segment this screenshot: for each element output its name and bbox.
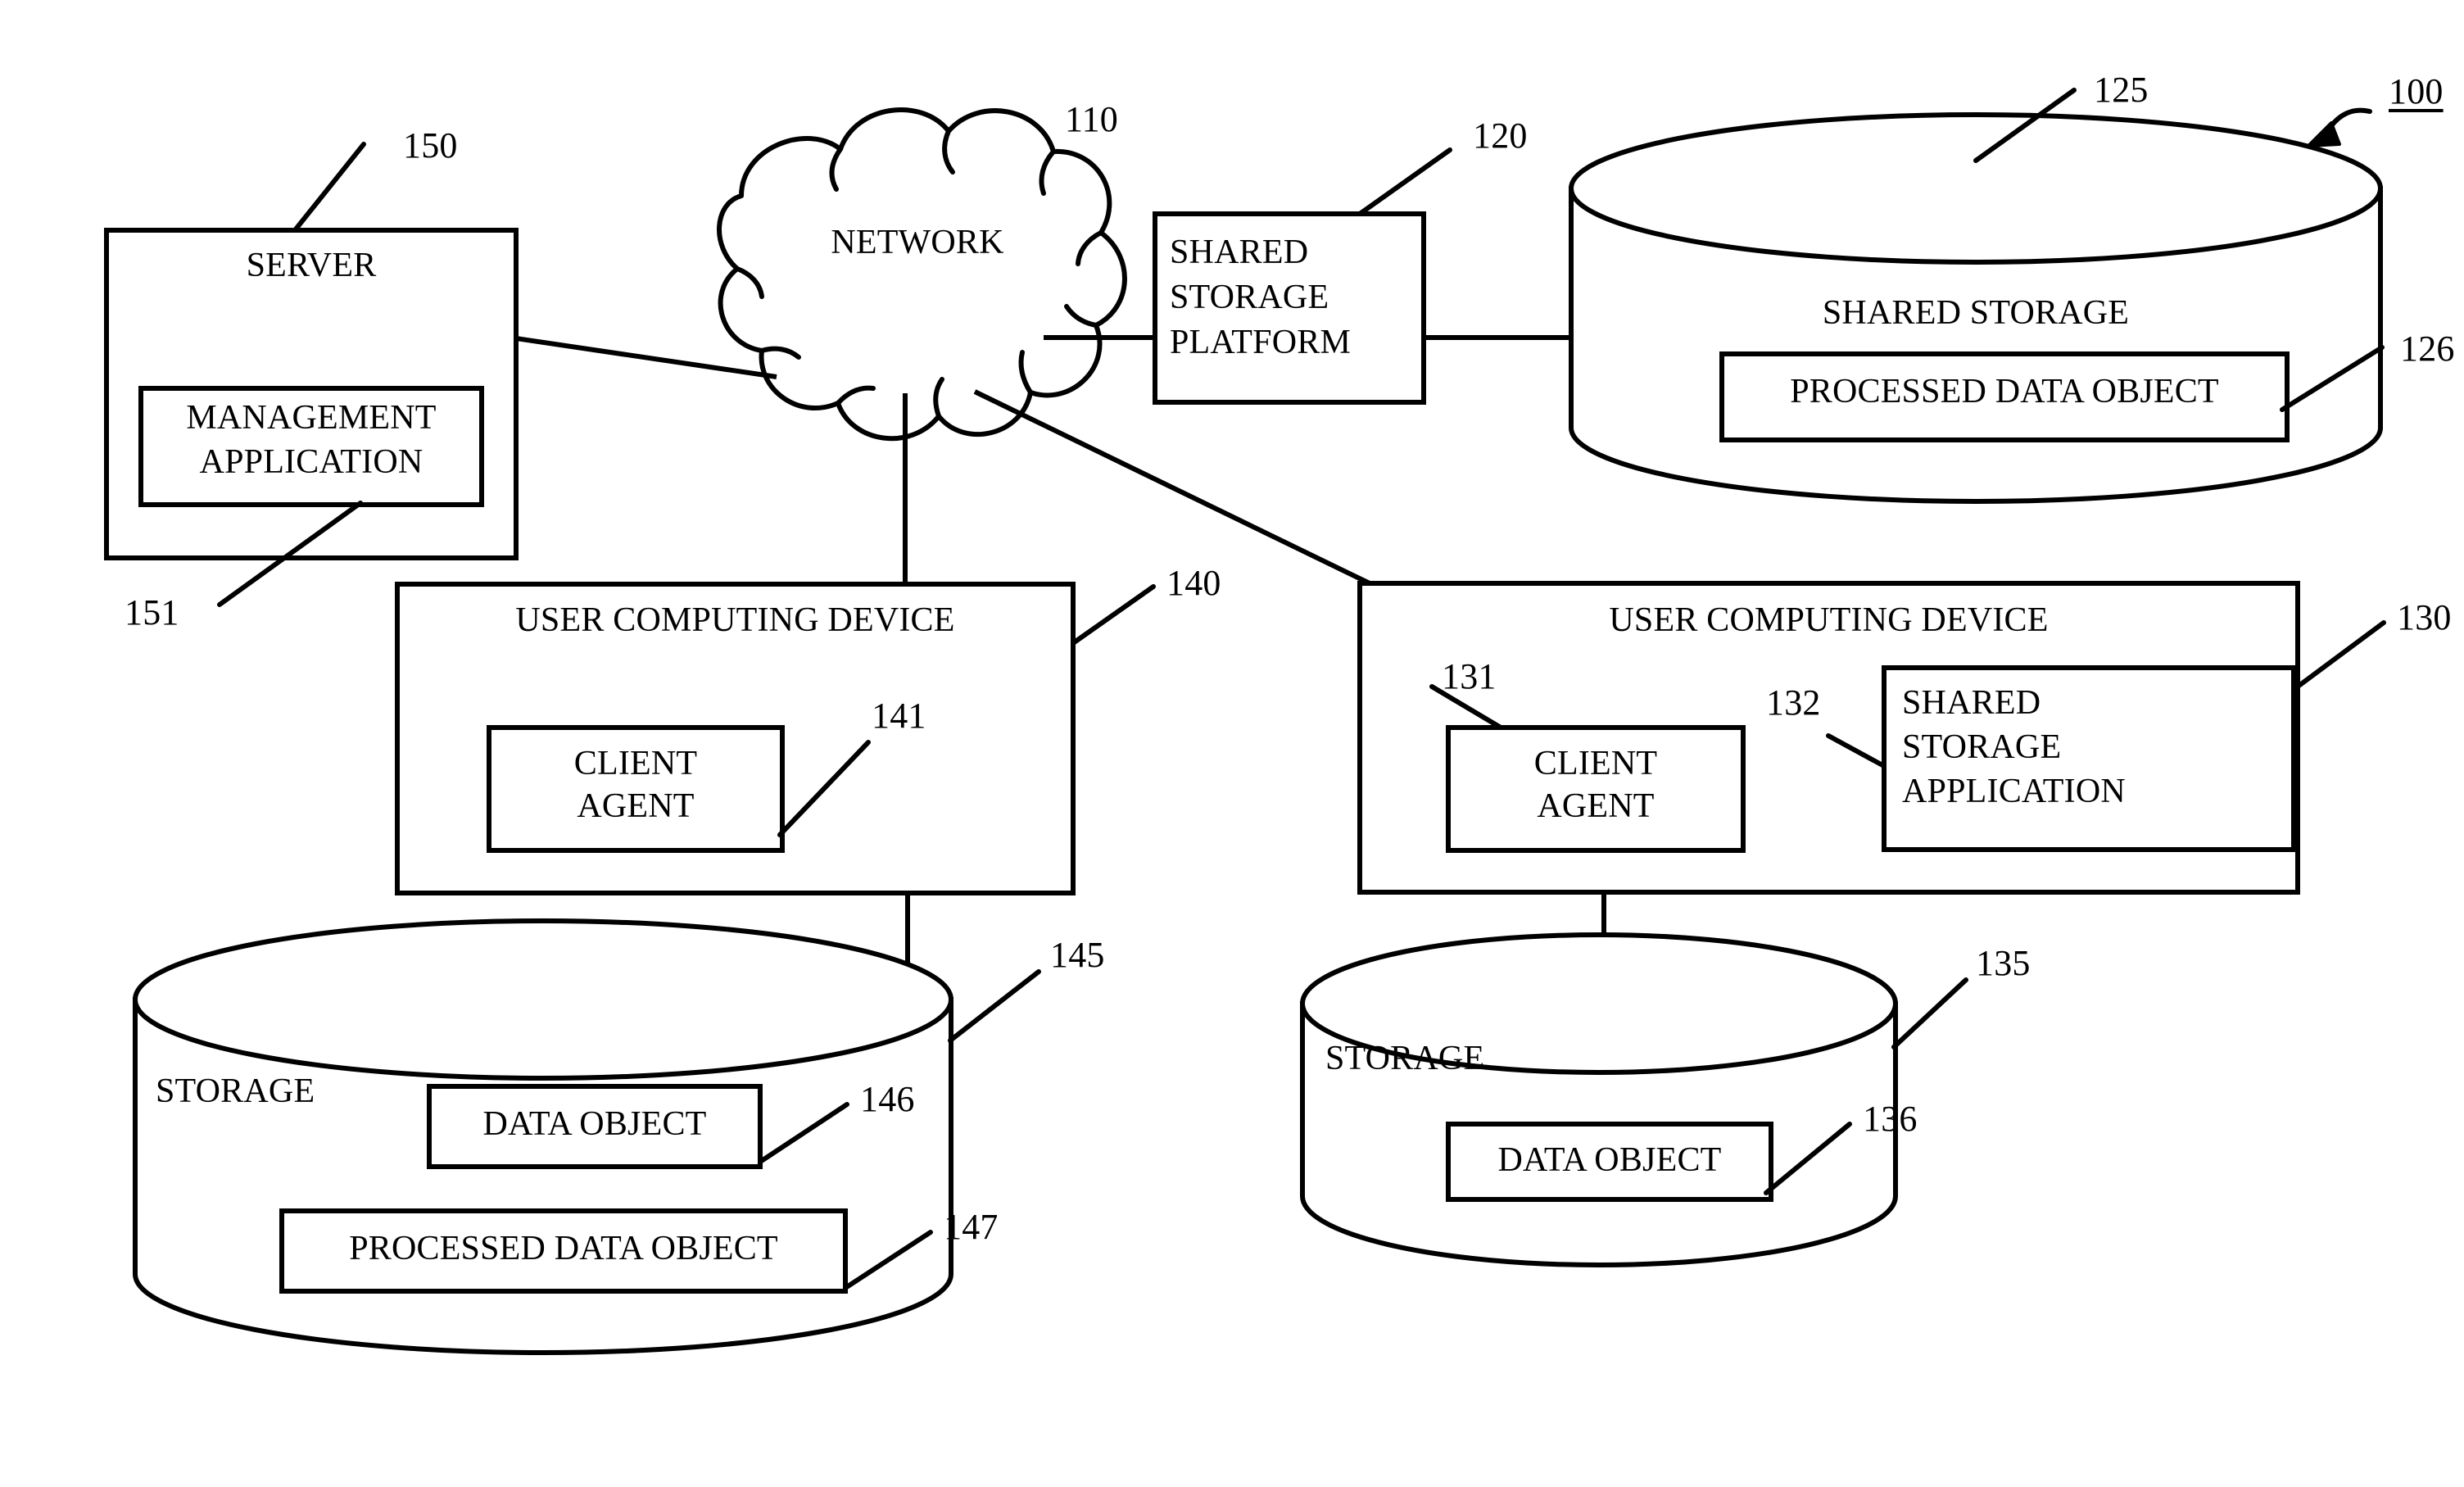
storage-right-label: STORAGE [1325, 1040, 1485, 1077]
ref-126: 126 [2400, 329, 2455, 369]
user-computing-device-right-label: USER COMPUTING DEVICE [1609, 601, 2049, 639]
leader-140 [1071, 584, 1156, 646]
leader-120 [1357, 147, 1452, 216]
leader-145 [948, 969, 1041, 1043]
ref-141: 141 [872, 696, 926, 736]
management-application-label-line2: APPLICATION [199, 443, 424, 481]
processed-data-object-label-126: PROCESSED DATA OBJECT [1790, 373, 2219, 410]
management-application-label-line1: MANAGEMENT [186, 399, 437, 437]
shared-storage-application-label-line2: STORAGE [1902, 728, 2062, 766]
shared-storage-application-label-line3: APPLICATION [1902, 773, 2126, 810]
ref-145: 145 [1050, 935, 1105, 975]
client-agent-right-label-line2: AGENT [1537, 787, 1655, 825]
ref-125: 125 [2094, 70, 2149, 110]
ref-151: 151 [125, 592, 179, 632]
data-object-label-146: DATA OBJECT [482, 1105, 707, 1143]
client-agent-right-label-line1: CLIENT [1533, 745, 1658, 782]
ref-146: 146 [860, 1079, 915, 1119]
figure-reference-arrow-100 [2307, 107, 2372, 147]
link-server-network [515, 336, 777, 379]
ref-150: 150 [403, 125, 458, 165]
leader-150 [292, 142, 366, 233]
link-network-device-right [973, 389, 1371, 586]
shared-storage-platform-label-line2: STORAGE [1170, 279, 1329, 316]
ref-120: 120 [1473, 116, 1528, 156]
ref-110: 110 [1065, 99, 1118, 139]
patent-figure-canvas: .stroke { fill: none; stroke: #000000; s… [0, 0, 2464, 1487]
server-title: SERVER [246, 247, 377, 284]
client-agent-left-label-line2: AGENT [577, 787, 695, 825]
network-label: NETWORK [831, 224, 1004, 261]
shared-storage-application-label-line1: SHARED [1902, 684, 2041, 722]
shared-storage-platform-label-line3: PLATFORM [1170, 324, 1351, 361]
network-cloud-shape [717, 107, 1127, 442]
ref-140: 140 [1166, 563, 1221, 603]
figure-reference-100: 100 [2389, 71, 2444, 111]
shared-storage-label: SHARED STORAGE [1822, 294, 2130, 332]
ref-136: 136 [1863, 1099, 1918, 1139]
storage-right-cylinder-shape [1300, 932, 1898, 1267]
leader-130 [2295, 620, 2386, 689]
ref-130: 130 [2397, 597, 2452, 637]
ref-147: 147 [944, 1207, 999, 1247]
data-object-label-136: DATA OBJECT [1497, 1141, 1722, 1179]
ref-131: 131 [1442, 656, 1497, 696]
ref-132: 132 [1766, 682, 1821, 723]
client-agent-left-label-line1: CLIENT [573, 745, 698, 782]
user-computing-device-left-label: USER COMPUTING DEVICE [515, 601, 955, 639]
ref-135: 135 [1976, 943, 2031, 983]
shared-storage-platform-label-line1: SHARED [1170, 233, 1309, 271]
processed-data-object-label-147: PROCESSED DATA OBJECT [349, 1230, 778, 1267]
leader-135 [1891, 977, 1968, 1050]
